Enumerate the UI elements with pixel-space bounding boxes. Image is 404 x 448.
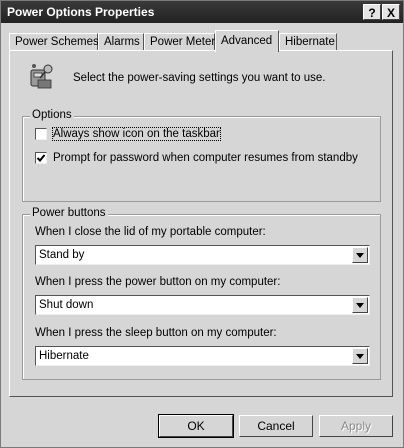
prompt-password-label: Prompt for password when computer resume… xyxy=(53,152,358,164)
sleep-button-action-select[interactable]: Hibernate xyxy=(35,346,370,366)
window-title: Power Options Properties xyxy=(7,5,155,19)
always-show-icon-label: Always show icon on the taskbar xyxy=(52,127,221,141)
lid-action-select[interactable]: Stand by xyxy=(35,245,370,265)
ok-button[interactable]: OK xyxy=(158,414,234,438)
options-group: Options Always show icon on the taskbar … xyxy=(22,109,381,202)
title-bar[interactable]: Power Options Properties ? X xyxy=(1,1,403,23)
chevron-down-icon xyxy=(356,303,364,308)
sleep-button-action-value: Hibernate xyxy=(39,350,89,362)
checkmark-icon xyxy=(36,154,46,162)
always-show-icon-checkbox-row[interactable]: Always show icon on the taskbar xyxy=(35,127,221,141)
chevron-down-icon xyxy=(356,253,364,258)
lid-dropdown-arrow[interactable] xyxy=(352,247,368,263)
power-buttons-group: Power buttons When I close the lid of my… xyxy=(22,207,381,380)
sleep-button-label: When I press the sleep button on my comp… xyxy=(35,327,277,339)
tab-advanced[interactable]: Advanced xyxy=(215,30,279,52)
options-legend: Options xyxy=(30,109,74,121)
sleep-dropdown-arrow[interactable] xyxy=(352,348,368,364)
close-button[interactable]: X xyxy=(382,4,400,20)
help-button[interactable]: ? xyxy=(363,4,381,20)
tab-power-schemes[interactable]: Power Schemes xyxy=(9,33,99,51)
tab-alarms[interactable]: Alarms xyxy=(98,33,144,51)
power-dropdown-arrow[interactable] xyxy=(352,297,368,313)
power-button-action-select[interactable]: Shut down xyxy=(35,295,370,315)
power-buttons-legend: Power buttons xyxy=(30,207,108,219)
tab-hibernate[interactable]: Hibernate xyxy=(279,33,337,51)
always-show-icon-checkbox[interactable] xyxy=(35,128,47,140)
prompt-password-checkbox[interactable] xyxy=(35,152,47,164)
power-button-action-value: Shut down xyxy=(39,299,94,311)
tab-power-meter[interactable]: Power Meter xyxy=(144,33,215,51)
apply-button[interactable]: Apply xyxy=(319,415,393,437)
lid-label: When I close the lid of my portable comp… xyxy=(35,226,266,238)
power-button-label: When I press the power button on my comp… xyxy=(35,276,281,288)
chevron-down-icon xyxy=(356,354,364,359)
lid-action-value: Stand by xyxy=(39,249,85,261)
cancel-button[interactable]: Cancel xyxy=(239,415,313,437)
header-text: Select the power-saving settings you wan… xyxy=(73,72,326,84)
advanced-tab-panel: Select the power-saving settings you wan… xyxy=(9,50,393,397)
power-options-dialog: Power Options Properties ? X Power Schem… xyxy=(0,0,404,448)
prompt-password-checkbox-row[interactable]: Prompt for password when computer resume… xyxy=(35,152,358,164)
power-settings-icon xyxy=(30,64,53,89)
